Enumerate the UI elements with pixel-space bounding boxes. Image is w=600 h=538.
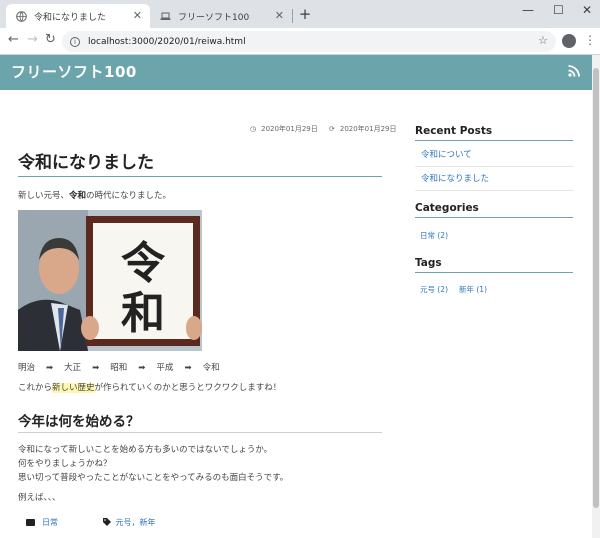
back-arrow-icon[interactable]: ← [8, 32, 19, 47]
section-line-2: 何をやりましょうかね？ [18, 459, 112, 469]
tab-freesoft[interactable]: フリーソフト100 ✕ [150, 4, 292, 28]
close-window-button[interactable]: ✕ [582, 3, 592, 17]
era-heisei: 平成 [156, 363, 174, 373]
minimize-button[interactable]: — [522, 3, 534, 17]
tags-link[interactable]: 元号，新年 [116, 518, 156, 527]
tab-separator [292, 9, 293, 23]
list-divider [415, 190, 573, 191]
bookmark-star-icon[interactable]: ☆ [538, 34, 548, 47]
tags-divider [415, 272, 573, 273]
close-tab-icon[interactable]: ✕ [133, 9, 142, 22]
recent-posts-divider [415, 140, 573, 141]
profile-avatar-icon[interactable] [562, 34, 576, 48]
arrow-right-icon: ➡ [138, 363, 146, 373]
intro-text-end: の時代になりました。 [86, 191, 172, 201]
tab-reiwa[interactable]: 令和になりました ✕ [6, 4, 150, 28]
section-heading: 今年は何を始める？ [18, 414, 140, 430]
category-link[interactable]: 日常 [42, 518, 58, 527]
intro-bold: 令和 [69, 191, 87, 201]
closing-text: 例えば、、、 [18, 493, 61, 503]
section-divider [18, 432, 382, 433]
post-title: 令和になりました [18, 153, 154, 173]
globe-icon [16, 10, 27, 22]
clock-icon: ◷ [250, 125, 257, 133]
arrow-right-icon: ➡ [184, 363, 192, 373]
era-showa: 昭和 [110, 363, 128, 373]
folder-icon [26, 519, 35, 526]
era-reiwa: 令和 [202, 363, 220, 373]
kebab-menu-icon[interactable]: ⋮ [584, 33, 596, 47]
new-tab-button[interactable]: + [297, 5, 313, 23]
tags-heading: Tags [415, 257, 442, 269]
post-dates: ◷ 2020年01月29日 ⟳ 2020年01月29日 [250, 124, 402, 134]
url-text[interactable]: localhost:3000/2020/01/reiwa.html [88, 37, 246, 47]
arrow-right-icon: ➡ [92, 363, 100, 373]
intro-text: 新しい元号、 [18, 191, 70, 201]
arrow-right-icon: ➡ [46, 363, 54, 373]
title-divider [18, 176, 382, 177]
tag-link-gengo[interactable]: 元号 (2) [420, 284, 448, 295]
site-title[interactable]: フリーソフト100 [11, 61, 137, 82]
tab-strip: 令和になりました ✕ フリーソフト100 ✕ + — ☐ ✕ [0, 0, 600, 28]
history-text-end: が作られていくのかと思うとワクワクしますね！ [94, 383, 282, 393]
info-icon[interactable]: i [70, 36, 80, 47]
site-header: フリーソフト100 [0, 55, 592, 90]
categories-divider [415, 217, 573, 218]
tag-link-shinnen[interactable]: 新年 (1) [459, 284, 487, 295]
recent-posts-heading: Recent Posts [415, 125, 493, 137]
post-footer-meta: 日常 元号，新年 [26, 517, 156, 528]
era-timeline: 明治 ➡ 大正 ➡ 昭和 ➡ 平成 ➡ 令和 [18, 361, 220, 373]
url-bar[interactable]: i localhost:3000/2020/01/reiwa.html ☆ [62, 31, 556, 52]
history-paragraph: これから新しい歴史が作られていくのかと思うとワクワクしますね！ [18, 381, 281, 395]
recent-post-link[interactable]: 令和について [421, 148, 472, 160]
refresh-icon: ⟳ [328, 125, 335, 133]
section-line-1: 令和になって新しいことを始める方も多いのではないでしょうか。 [18, 445, 273, 455]
history-text: これから [18, 383, 53, 393]
reload-icon[interactable]: ↻ [45, 32, 56, 47]
era-taisho: 大正 [64, 363, 82, 373]
categories-heading: Categories [415, 202, 479, 214]
highlighted-text: 新しい歴史 [52, 383, 95, 393]
address-toolbar: ← → ↻ i localhost:3000/2020/01/reiwa.htm… [0, 28, 600, 55]
photo-calligraphy-top: 令 [121, 238, 166, 289]
list-divider [415, 166, 573, 167]
close-tab-icon[interactable]: ✕ [275, 9, 284, 22]
reiwa-announcement-photo: 令 和 [18, 210, 202, 351]
published-date: 2020年01月29日 [261, 125, 318, 133]
recent-post-link[interactable]: 令和になりました [421, 172, 489, 184]
tag-icon [102, 518, 111, 526]
tab-title: 令和になりました [34, 12, 107, 23]
rss-icon[interactable] [568, 65, 580, 77]
maximize-button[interactable]: ☐ [553, 3, 564, 17]
category-link[interactable]: 日常 (2) [420, 230, 448, 241]
intro-paragraph: 新しい元号、令和の時代になりました。 [18, 189, 171, 203]
photo-calligraphy-bottom: 和 [121, 288, 165, 339]
laptop-icon [160, 11, 171, 22]
updated-date: 2020年01月29日 [339, 125, 397, 133]
era-meiji: 明治 [18, 363, 36, 373]
tab-title: フリーソフト100 [178, 12, 250, 23]
forward-arrow-icon[interactable]: → [27, 32, 38, 47]
section-line-3: 思い切って普段やったことがないことをやってみるのも面白そうです。 [18, 473, 289, 483]
scrollbar-thumb[interactable] [593, 68, 599, 508]
